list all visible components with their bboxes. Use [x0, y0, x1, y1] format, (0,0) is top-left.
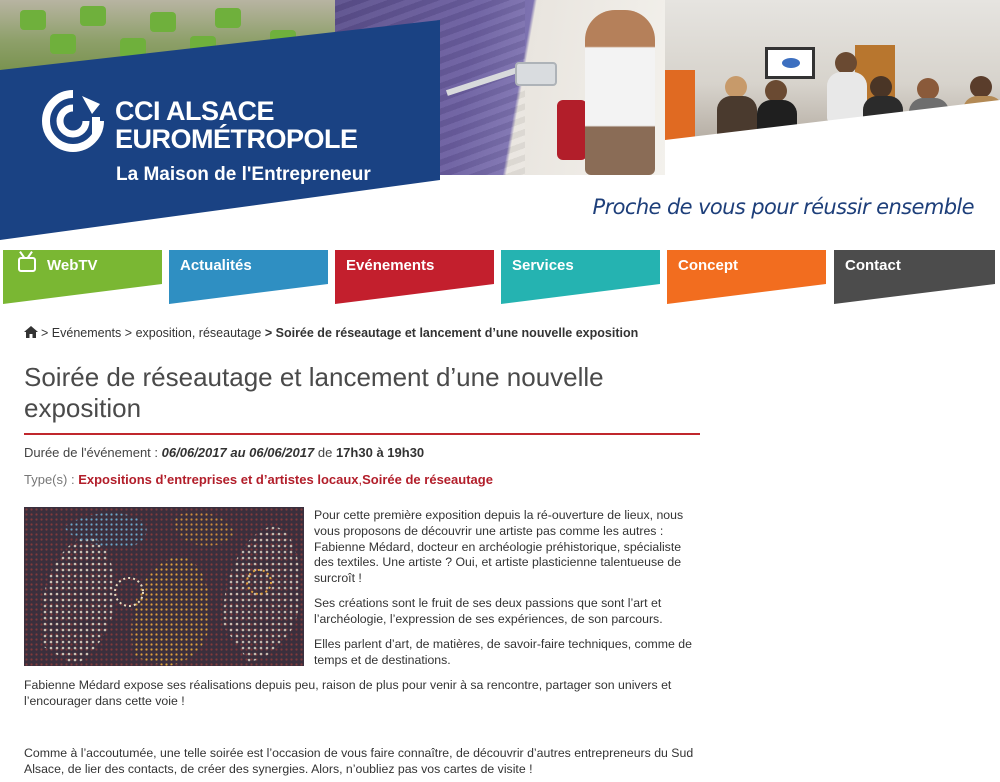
breadcrumb-link-category[interactable]: exposition, réseautage	[136, 326, 262, 340]
brand-name-line2[interactable]: EUROMÉTROPOLE	[115, 124, 358, 155]
event-description-paragraph: Elles parlent d’art, de matières, de sav…	[314, 637, 692, 667]
type-link-expositions[interactable]: Expositions d’entreprises et d’artistes …	[78, 472, 358, 487]
breadcrumb-separator: >	[264, 326, 273, 340]
header-slogan: Proche de vous pour réussir ensemble	[592, 195, 975, 219]
cci-logo-icon[interactable]	[42, 90, 104, 152]
nav-label: Services	[512, 257, 574, 274]
time-from: 17h30	[335, 445, 373, 460]
brand-name-line1[interactable]: CCI ALSACE	[115, 96, 275, 127]
tv-icon	[18, 257, 36, 272]
page-title: Soirée de réseautage et lancement d’une …	[24, 362, 604, 423]
nav-label: Actualités	[180, 257, 252, 274]
event-description-paragraph: Pour cette première exposition depuis la…	[314, 508, 684, 586]
duration-label: Durée de l'événement :	[24, 445, 159, 460]
breadcrumb-link-evenements[interactable]: Evénements	[52, 326, 121, 340]
time-joiner: à	[376, 445, 384, 460]
date-from: 06/06/2017	[161, 445, 227, 460]
breadcrumb-separator: >	[124, 326, 133, 340]
site-header: CCI ALSACE EUROMÉTROPOLE La Maison de l'…	[0, 0, 1000, 245]
types-label: Type(s) :	[24, 472, 75, 487]
nav-item-actualites[interactable]: Actualités	[169, 250, 328, 304]
nav-item-contact[interactable]: Contact	[834, 250, 995, 304]
time-prefix: de	[317, 445, 333, 460]
breadcrumb-current: Soirée de réseautage et lancement d’une …	[275, 326, 639, 340]
event-description-paragraph: Ses créations sont le fruit de ses deux …	[314, 596, 663, 626]
event-description-paragraph: Comme à l’accoutumée, une telle soirée e…	[24, 746, 694, 776]
title-divider	[24, 433, 700, 435]
nav-item-webtv[interactable]: WebTV	[3, 250, 162, 304]
event-artwork-image	[24, 507, 304, 666]
nav-item-services[interactable]: Services	[501, 250, 660, 304]
nav-item-concept[interactable]: Concept	[667, 250, 826, 304]
breadcrumb-separator: >	[41, 326, 49, 340]
date-joiner: au	[230, 445, 246, 460]
nav-label: Evénements	[346, 257, 435, 274]
main-navigation: WebTV Actualités Evénements Services Con…	[0, 250, 1000, 306]
date-to: 06/06/2017	[249, 445, 315, 460]
home-icon[interactable]	[24, 326, 38, 341]
type-link-reseautage[interactable]: Soirée de réseautage	[362, 472, 493, 487]
brand-tagline: La Maison de l'Entrepreneur	[116, 164, 371, 185]
nav-label: WebTV	[47, 257, 98, 274]
event-description-paragraph: Fabienne Médard expose ses réalisations …	[24, 678, 672, 708]
breadcrumb: > Evénements > exposition, réseautage > …	[24, 326, 638, 341]
nav-item-evenements[interactable]: Evénements	[335, 250, 494, 304]
event-duration: Durée de l'événement : 06/06/2017 au 06/…	[24, 445, 424, 460]
nav-label: Contact	[845, 257, 901, 274]
time-to: 19h30	[387, 445, 425, 460]
nav-label: Concept	[678, 257, 738, 274]
event-types: Type(s) : Expositions d’entreprises et d…	[24, 472, 493, 487]
